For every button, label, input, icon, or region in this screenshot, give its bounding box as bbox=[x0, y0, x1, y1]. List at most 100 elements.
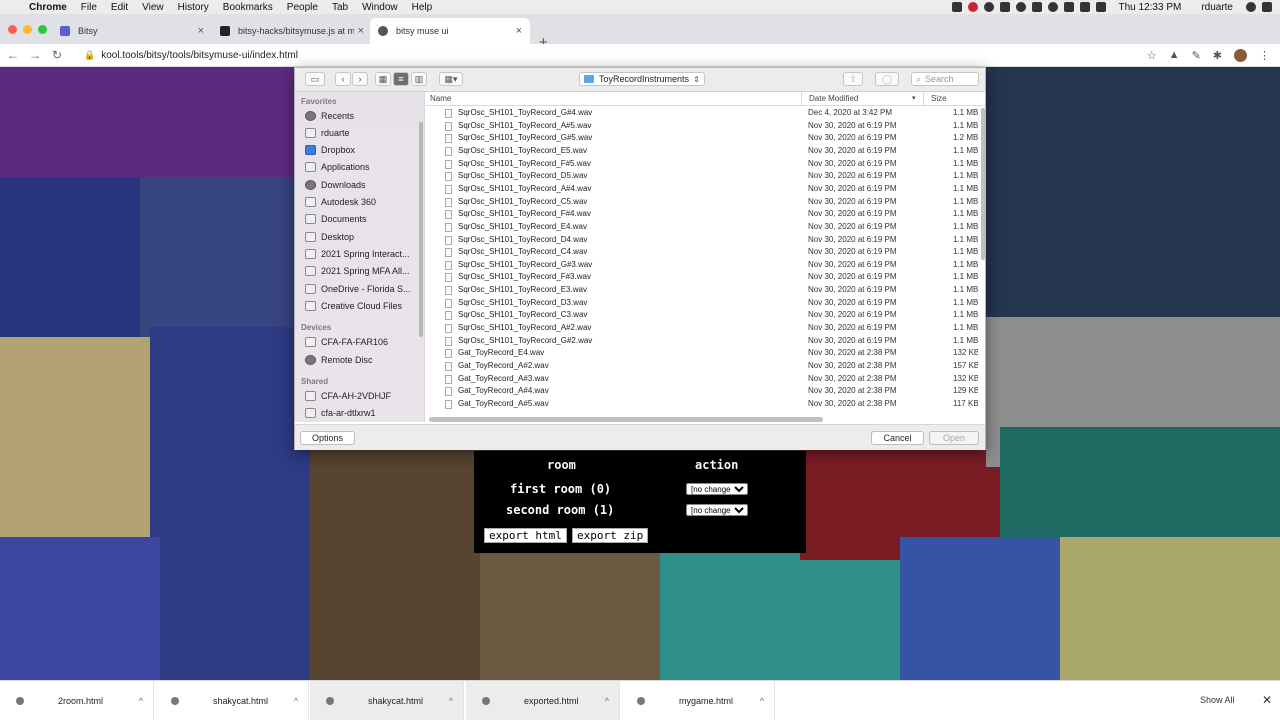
clock[interactable]: Thu 12:33 PM bbox=[1112, 2, 1189, 13]
close-tab-icon[interactable]: × bbox=[516, 25, 522, 37]
sidebar-item-onedrive[interactable]: OneDrive - Florida S... bbox=[305, 282, 423, 296]
download-item[interactable]: shakycat.html ^ bbox=[155, 681, 309, 720]
record-icon[interactable] bbox=[967, 2, 978, 12]
sidebar-item-recents[interactable]: Recents bbox=[305, 109, 423, 123]
address-bar[interactable]: kool.tools/bitsy/tools/bitsymuse-ui/inde… bbox=[101, 50, 1147, 61]
menu-chrome[interactable]: Chrome bbox=[22, 2, 74, 13]
file-row[interactable]: Gat_ToyRecord_A#5.wav Nov 30, 2020 at 2:3… bbox=[426, 398, 980, 411]
chevron-up-icon[interactable]: ^ bbox=[139, 696, 143, 706]
username[interactable]: rduarte bbox=[1194, 2, 1240, 13]
column-divider[interactable] bbox=[923, 92, 924, 106]
menu-view[interactable]: View bbox=[135, 2, 171, 13]
file-list-vertical-scrollbar[interactable] bbox=[981, 108, 985, 260]
download-item[interactable]: 2room.html ^ bbox=[0, 681, 154, 720]
file-row[interactable]: SqrOsc_SH101_ToyRecord_A#5.wav Nov 30, 20… bbox=[426, 120, 980, 133]
extensions-puzzle-icon[interactable]: ✱ bbox=[1213, 49, 1222, 62]
file-row[interactable]: SqrOsc_SH101_ToyRecord_E3.wav Nov 30, 202… bbox=[426, 284, 980, 297]
sidebar-scrollbar[interactable] bbox=[419, 122, 423, 337]
file-list-horizontal-scrollbar[interactable] bbox=[429, 417, 823, 422]
group-view-icon[interactable]: ▦▾ bbox=[439, 72, 463, 86]
download-item[interactable]: mygame.html ^ bbox=[621, 681, 775, 720]
reload-icon[interactable]: ↻ bbox=[48, 48, 66, 62]
file-row[interactable]: SqrOsc_SH101_ToyRecord_F#3.wav Nov 30, 20… bbox=[426, 271, 980, 284]
share-icon[interactable]: ⇧ bbox=[843, 72, 863, 86]
cancel-button[interactable]: Cancel bbox=[871, 431, 924, 445]
tag-icon[interactable]: ◯ bbox=[875, 72, 899, 86]
bookmark-star-icon[interactable]: ☆ bbox=[1147, 49, 1157, 62]
zoom-window-icon[interactable] bbox=[38, 25, 47, 34]
volume-icon[interactable] bbox=[1079, 2, 1090, 12]
creative-cloud-icon[interactable] bbox=[983, 2, 994, 12]
keyboard-icon[interactable] bbox=[1095, 2, 1106, 12]
file-row[interactable]: SqrOsc_SH101_ToyRecord_G#3.wav Nov 30, 20… bbox=[426, 259, 980, 272]
kebab-menu-icon[interactable]: ⋮ bbox=[1259, 49, 1270, 62]
chevron-up-icon[interactable]: ^ bbox=[294, 696, 298, 706]
menu-file[interactable]: File bbox=[74, 2, 104, 13]
file-row[interactable]: SqrOsc_SH101_ToyRecord_D5.wav Nov 30, 202… bbox=[426, 170, 980, 183]
date-column-header[interactable]: Date Modified bbox=[809, 94, 858, 103]
sidebar-item-device-far106[interactable]: CFA-FA-FAR106 bbox=[305, 335, 423, 349]
room-action-select-second[interactable]: [no change] bbox=[686, 504, 748, 516]
file-row[interactable]: SqrOsc_SH101_ToyRecord_A#4.wav Nov 30, 20… bbox=[426, 183, 980, 196]
file-row[interactable]: Gat_ToyRecord_A#2.wav Nov 30, 2020 at 2:3… bbox=[426, 360, 980, 373]
menu-bookmarks[interactable]: Bookmarks bbox=[216, 2, 280, 13]
column-divider[interactable] bbox=[801, 92, 802, 106]
wifi-icon[interactable] bbox=[1047, 2, 1058, 12]
icon-view-icon[interactable]: ▦ bbox=[375, 72, 391, 86]
file-row[interactable]: SqrOsc_SH101_ToyRecord_E5.wav Nov 30, 202… bbox=[426, 145, 980, 158]
search-icon[interactable] bbox=[1246, 2, 1256, 12]
forward-icon[interactable]: → bbox=[26, 48, 44, 62]
export-html-button[interactable]: export html bbox=[484, 528, 567, 543]
sidebar-item-spring-mfa[interactable]: 2021 Spring MFA All... bbox=[305, 264, 423, 278]
sidebar-item-applications[interactable]: Applications bbox=[305, 160, 423, 174]
file-row[interactable]: SqrOsc_SH101_ToyRecord_C3.wav Nov 30, 202… bbox=[426, 309, 980, 322]
back-icon[interactable]: ‹ bbox=[335, 72, 351, 86]
close-tab-icon[interactable]: × bbox=[358, 25, 364, 37]
cloud-icon[interactable] bbox=[1015, 2, 1026, 12]
sidebar-item-shared-dtlxrw1[interactable]: cfa-ar-dtlxrw1 bbox=[305, 406, 423, 420]
tab-bitsy-muse-ui[interactable]: bitsy muse ui × bbox=[370, 18, 530, 44]
file-row[interactable]: SqrOsc_SH101_ToyRecord_F#4.wav Nov 30, 20… bbox=[426, 208, 980, 221]
download-item[interactable]: exported.html ^ bbox=[466, 681, 620, 720]
lock-icon[interactable]: 🔒 bbox=[84, 50, 95, 61]
bluetooth-icon[interactable] bbox=[1063, 2, 1074, 12]
sidebar-toggle-icon[interactable]: ▭ bbox=[305, 72, 325, 86]
chevron-up-icon[interactable]: ^ bbox=[605, 696, 609, 706]
close-tab-icon[interactable]: × bbox=[198, 25, 204, 37]
column-view-icon[interactable]: ▥ bbox=[411, 72, 427, 86]
sidebar-item-autodesk[interactable]: Autodesk 360 bbox=[305, 195, 423, 209]
dropbox-icon[interactable] bbox=[999, 2, 1010, 12]
file-row[interactable]: SqrOsc_SH101_ToyRecord_D4.wav Nov 30, 202… bbox=[426, 234, 980, 247]
file-row[interactable]: SqrOsc_SH101_ToyRecord_G#4.wav Dec 4, 202… bbox=[426, 107, 980, 120]
menu-help[interactable]: Help bbox=[405, 2, 440, 13]
tab-bitsy[interactable]: Bitsy × bbox=[52, 18, 212, 44]
sidebar-item-spring-interact[interactable]: 2021 Spring Interact... bbox=[305, 247, 423, 261]
location-popup[interactable]: ToyRecordInstruments ⇕ bbox=[579, 72, 705, 86]
tab-github[interactable]: bitsy-hacks/bitsymuse.js at ma × bbox=[212, 18, 372, 44]
dollar-icon[interactable] bbox=[1031, 2, 1042, 12]
sidebar-item-creative-cloud[interactable]: Creative Cloud Files bbox=[305, 299, 423, 313]
forward-icon[interactable]: › bbox=[352, 72, 368, 86]
file-row[interactable]: SqrOsc_SH101_ToyRecord_A#2.wav Nov 30, 20… bbox=[426, 322, 980, 335]
sidebar-item-rduarte[interactable]: rduarte bbox=[305, 126, 423, 140]
file-row[interactable]: SqrOsc_SH101_ToyRecord_C5.wav Nov 30, 202… bbox=[426, 196, 980, 209]
menu-edit[interactable]: Edit bbox=[104, 2, 135, 13]
room-action-select-first[interactable]: [no change] bbox=[686, 483, 748, 495]
file-row[interactable]: Gat_ToyRecord_A#4.wav Nov 30, 2020 at 2:3… bbox=[426, 385, 980, 398]
sidebar-item-dropbox[interactable]: Dropbox bbox=[305, 143, 423, 157]
file-row[interactable]: SqrOsc_SH101_ToyRecord_C4.wav Nov 30, 202… bbox=[426, 246, 980, 259]
list-view-icon[interactable]: ≡ bbox=[393, 72, 409, 86]
download-item[interactable]: shakycat.html ^ bbox=[310, 681, 464, 720]
profile-avatar[interactable] bbox=[1234, 48, 1247, 62]
show-all-downloads-link[interactable]: Show All bbox=[1200, 695, 1235, 705]
sidebar-item-documents[interactable]: Documents bbox=[305, 212, 423, 226]
file-row[interactable]: SqrOsc_SH101_ToyRecord_E4.wav Nov 30, 202… bbox=[426, 221, 980, 234]
back-icon[interactable]: ← bbox=[4, 48, 22, 62]
menu-list-icon[interactable] bbox=[1262, 2, 1272, 12]
export-zip-button[interactable]: export zip bbox=[572, 528, 649, 543]
menu-window[interactable]: Window bbox=[355, 2, 405, 13]
file-row[interactable]: Gat_ToyRecord_A#3.wav Nov 30, 2020 at 2:3… bbox=[426, 373, 980, 386]
minimize-window-icon[interactable] bbox=[23, 25, 32, 34]
sidebar-item-shared-2vdhjf[interactable]: CFA-AH-2VDHJF bbox=[305, 389, 423, 403]
eyedropper-extension-icon[interactable]: ✎ bbox=[1192, 49, 1201, 62]
